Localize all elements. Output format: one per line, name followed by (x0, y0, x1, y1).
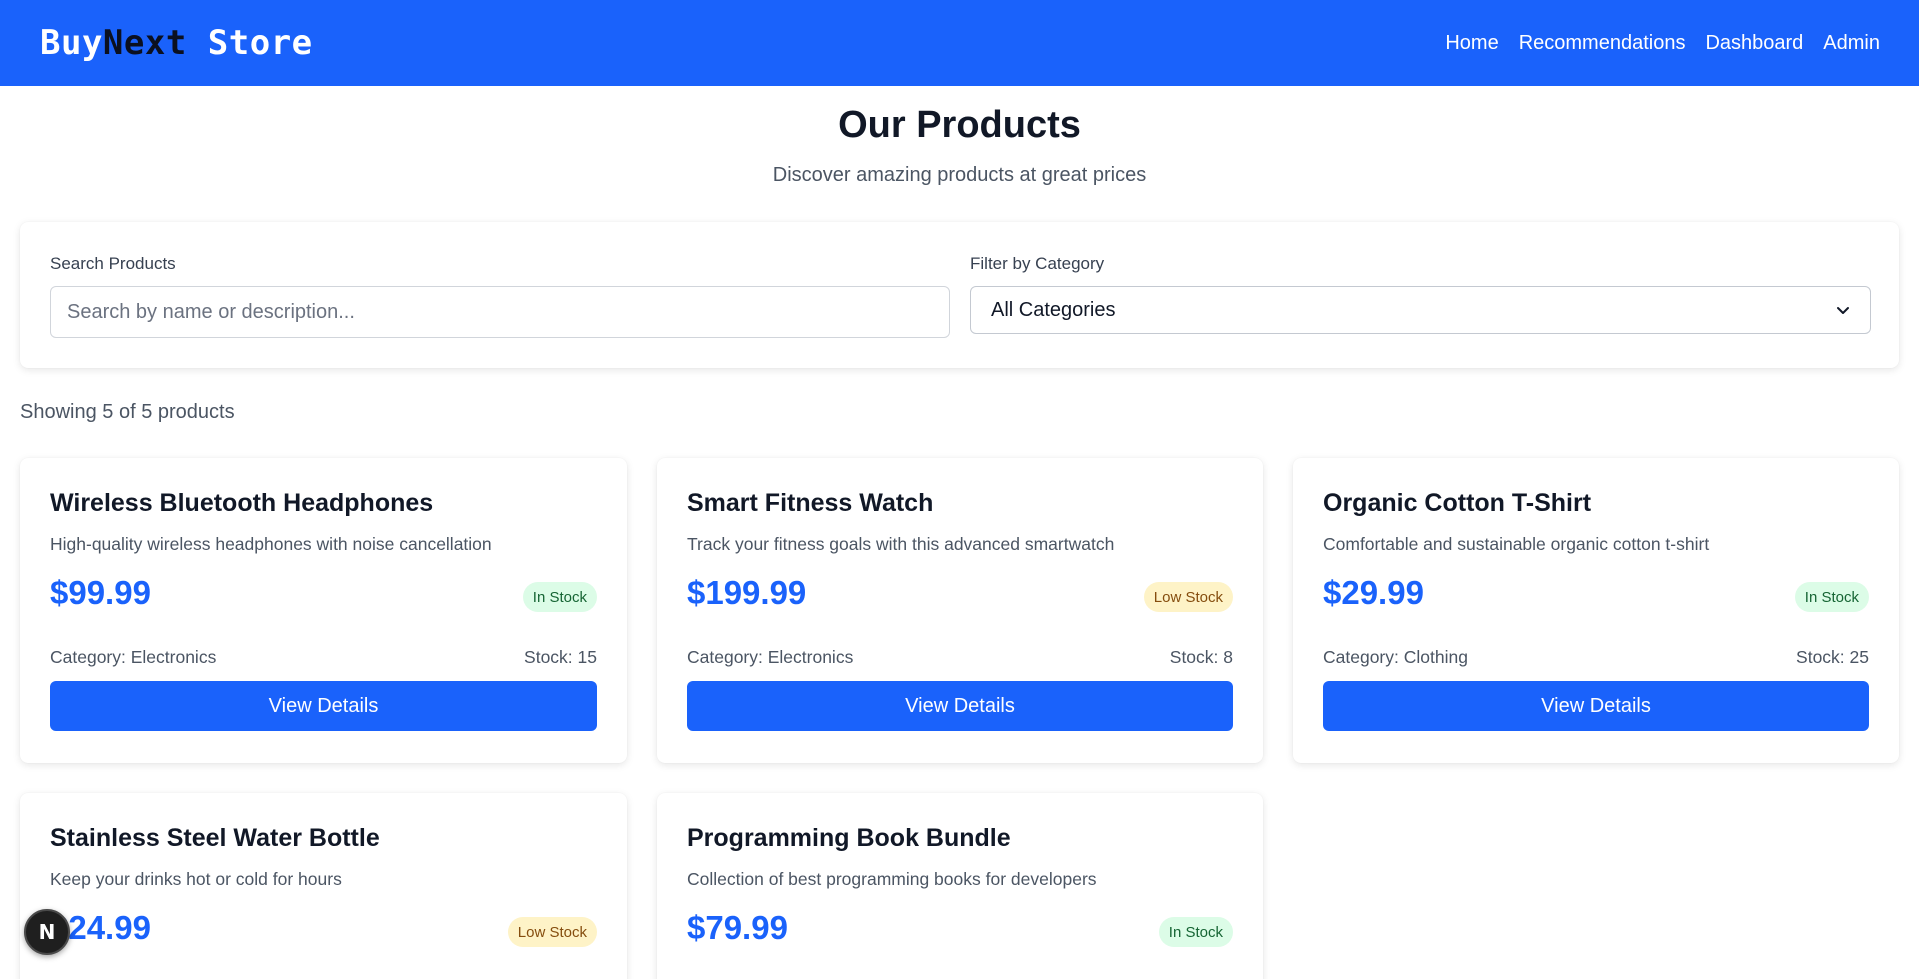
nextjs-dev-indicator-button[interactable]: N (24, 909, 70, 955)
product-price: $99.99 (50, 574, 151, 611)
nav-link-dashboard[interactable]: Dashboard (1705, 32, 1803, 55)
category-select-value: All Categories (991, 298, 1116, 321)
stock-status-badge: In Stock (522, 582, 597, 612)
search-input[interactable] (50, 286, 950, 338)
product-description: Collection of best programming books for… (687, 869, 1097, 889)
nav-link-admin[interactable]: Admin (1823, 32, 1880, 55)
product-stock-count: Stock: 15 (524, 647, 597, 667)
product-name: Stainless Steel Water Bottle (50, 824, 380, 852)
view-details-button[interactable]: View Details (1323, 681, 1869, 731)
view-details-button[interactable]: View Details (687, 681, 1233, 731)
product-card: Wireless Bluetooth Headphones High-quali… (20, 458, 627, 763)
product-category: Category: Electronics (687, 647, 854, 667)
product-price: $29.99 (1323, 574, 1424, 611)
nav-link-recommendations[interactable]: Recommendations (1519, 32, 1686, 55)
product-stock-count: Stock: 25 (1796, 647, 1869, 667)
product-category: Category: Electronics (50, 647, 217, 667)
product-stock-count: Stock: 8 (1169, 647, 1233, 667)
nextjs-logo-icon: N (38, 920, 56, 944)
product-price: $79.99 (687, 909, 788, 946)
brand-logo[interactable]: BuyNext Store (40, 23, 313, 63)
top-navbar: BuyNext Store Home Recommendations Dashb… (0, 0, 1919, 86)
product-description: Keep your drinks hot or cold for hours (50, 869, 342, 889)
stock-status-badge: Low Stock (1143, 582, 1233, 612)
product-card: Programming Book Bundle Collection of be… (657, 793, 1263, 979)
filter-panel: Search Products Filter by Category All C… (20, 222, 1899, 368)
product-card: Stainless Steel Water Bottle Keep your d… (20, 793, 627, 979)
chevron-down-icon (1837, 307, 1849, 314)
product-name: Programming Book Bundle (687, 824, 1011, 852)
product-description: Comfortable and sustainable organic cott… (1323, 534, 1710, 554)
brand-text-next: Next (102, 23, 187, 63)
category-select[interactable]: All Categories (970, 286, 1871, 334)
brand-text-buy: Buy (40, 23, 103, 63)
brand-text-store: Store (186, 23, 313, 63)
view-details-button[interactable]: View Details (50, 681, 597, 731)
stock-status-badge: Low Stock (507, 917, 597, 947)
product-card: Organic Cotton T-Shirt Comfortable and s… (1293, 458, 1899, 763)
product-name: Organic Cotton T-Shirt (1323, 489, 1592, 517)
product-description: High-quality wireless headphones with no… (50, 534, 492, 554)
search-label: Search Products (50, 254, 176, 273)
product-name: Smart Fitness Watch (687, 489, 934, 517)
main-nav: Home Recommendations Dashboard Admin (1445, 32, 1880, 55)
product-category: Category: Clothing (1323, 647, 1468, 667)
product-description: Track your fitness goals with this advan… (687, 534, 1115, 554)
nav-link-home[interactable]: Home (1445, 32, 1498, 55)
stock-status-badge: In Stock (1794, 582, 1869, 612)
stock-status-badge: In Stock (1158, 917, 1233, 947)
product-card: Smart Fitness Watch Track your fitness g… (657, 458, 1263, 763)
page-subtitle: Discover amazing products at great price… (772, 164, 1147, 186)
product-price: $199.99 (687, 574, 807, 611)
results-count: Showing 5 of 5 products (20, 401, 235, 423)
product-name: Wireless Bluetooth Headphones (50, 489, 434, 517)
category-filter-label: Filter by Category (970, 254, 1105, 273)
page-title: Our Products (838, 104, 1081, 146)
